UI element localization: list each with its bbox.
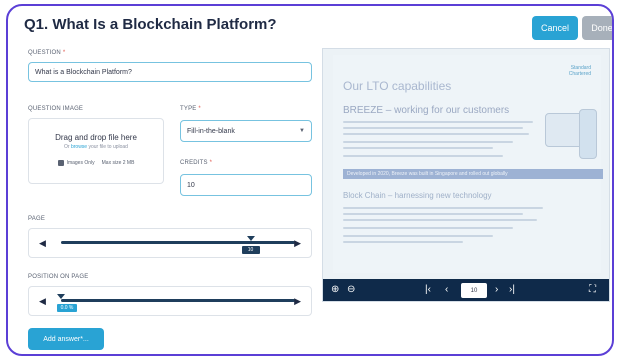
position-slider-handle[interactable] — [57, 294, 65, 299]
text-line — [343, 127, 523, 129]
position-increment-arrow-icon[interactable]: ▶ — [294, 296, 301, 307]
text-line — [343, 155, 503, 157]
text-line — [343, 141, 513, 143]
credits-label: CREDITS * — [180, 160, 213, 166]
text-line — [343, 235, 493, 237]
question-label: QUESTION * — [28, 50, 66, 56]
page-number-input[interactable]: 10 — [461, 283, 487, 298]
fullscreen-icon[interactable]: ⛶ — [589, 284, 596, 295]
text-line — [343, 227, 513, 229]
text-line — [343, 133, 529, 135]
document-page-title: Our LTO capabilities — [343, 79, 452, 93]
last-page-icon[interactable]: ›| — [509, 284, 515, 295]
text-line — [343, 147, 493, 149]
zoom-out-icon[interactable]: ⊖ — [347, 284, 355, 295]
viewer-toolbar: ⊕ ⊖ |‹ ‹ 10 › ›| ⛶ — [323, 279, 609, 301]
document-section-heading-2: Block Chain – harnessing new technology — [343, 191, 492, 200]
brand-logo: Standard Chartered — [568, 65, 591, 77]
document-page: Standard Chartered Our LTO capabilities B… — [333, 55, 603, 273]
page-slider-track[interactable] — [61, 241, 295, 244]
page-slider-value: 10 — [241, 246, 260, 254]
images-only-checkbox[interactable] — [57, 160, 64, 166]
document-section-heading: BREEZE – working for our customers — [343, 105, 510, 116]
cancel-button[interactable]: Cancel — [532, 16, 578, 40]
question-editor: Q1. What Is a Blockchain Platform? Cance… — [6, 4, 614, 356]
position-label: POSITION ON PAGE — [28, 274, 89, 280]
page-title: Q1. What Is a Blockchain Platform? — [24, 16, 277, 33]
text-line — [343, 121, 533, 123]
page-label: PAGE — [28, 216, 46, 222]
text-line — [343, 213, 523, 215]
image-dropzone[interactable]: Drag and drop file here Or browse your f… — [28, 118, 164, 184]
document-viewer: Standard Chartered Our LTO capabilities B… — [322, 48, 610, 302]
dropzone-hint: Images Only Max size 2 MB — [29, 160, 163, 166]
zoom-in-icon[interactable]: ⊕ — [331, 284, 339, 295]
type-label: TYPE * — [180, 106, 201, 112]
page-slider[interactable]: ◀ 10 ▶ — [28, 228, 312, 258]
browse-link[interactable]: browse — [71, 144, 87, 150]
dropzone-title: Drag and drop file here — [55, 133, 137, 142]
page-increment-arrow-icon[interactable]: ▶ — [294, 238, 301, 249]
question-input[interactable]: What is a Blockchain Platform? — [28, 62, 312, 82]
previous-page-icon[interactable]: ‹ — [445, 284, 448, 295]
page-slider-handle[interactable] — [246, 236, 255, 241]
done-button[interactable]: Done — [582, 16, 612, 40]
chevron-down-icon: ▼ — [299, 128, 305, 134]
document-banner: Developed in 2020, Breeze was built in S… — [343, 169, 603, 179]
first-page-icon[interactable]: |‹ — [425, 284, 431, 295]
add-answer-button[interactable]: Add answer*... — [28, 328, 104, 350]
type-select-value: Fill-in-the-blank — [187, 127, 235, 135]
position-slider-track[interactable] — [61, 299, 295, 302]
type-select[interactable]: Fill-in-the-blank ▼ — [180, 120, 312, 142]
text-line — [343, 241, 463, 243]
phone-illustration — [579, 109, 597, 159]
dropzone-subtitle: Or browse your file to upload — [64, 144, 128, 150]
question-image-label: QUESTION IMAGE — [28, 106, 84, 112]
credits-input[interactable]: 10 — [180, 174, 312, 196]
position-slider[interactable]: ◀ 0.0 % ▶ — [28, 286, 312, 316]
text-line — [343, 207, 543, 209]
page-decrement-arrow-icon[interactable]: ◀ — [39, 238, 46, 249]
position-decrement-arrow-icon[interactable]: ◀ — [39, 296, 46, 307]
position-slider-value: 0.0 % — [57, 304, 77, 312]
next-page-icon[interactable]: › — [495, 284, 498, 295]
text-line — [343, 219, 537, 221]
